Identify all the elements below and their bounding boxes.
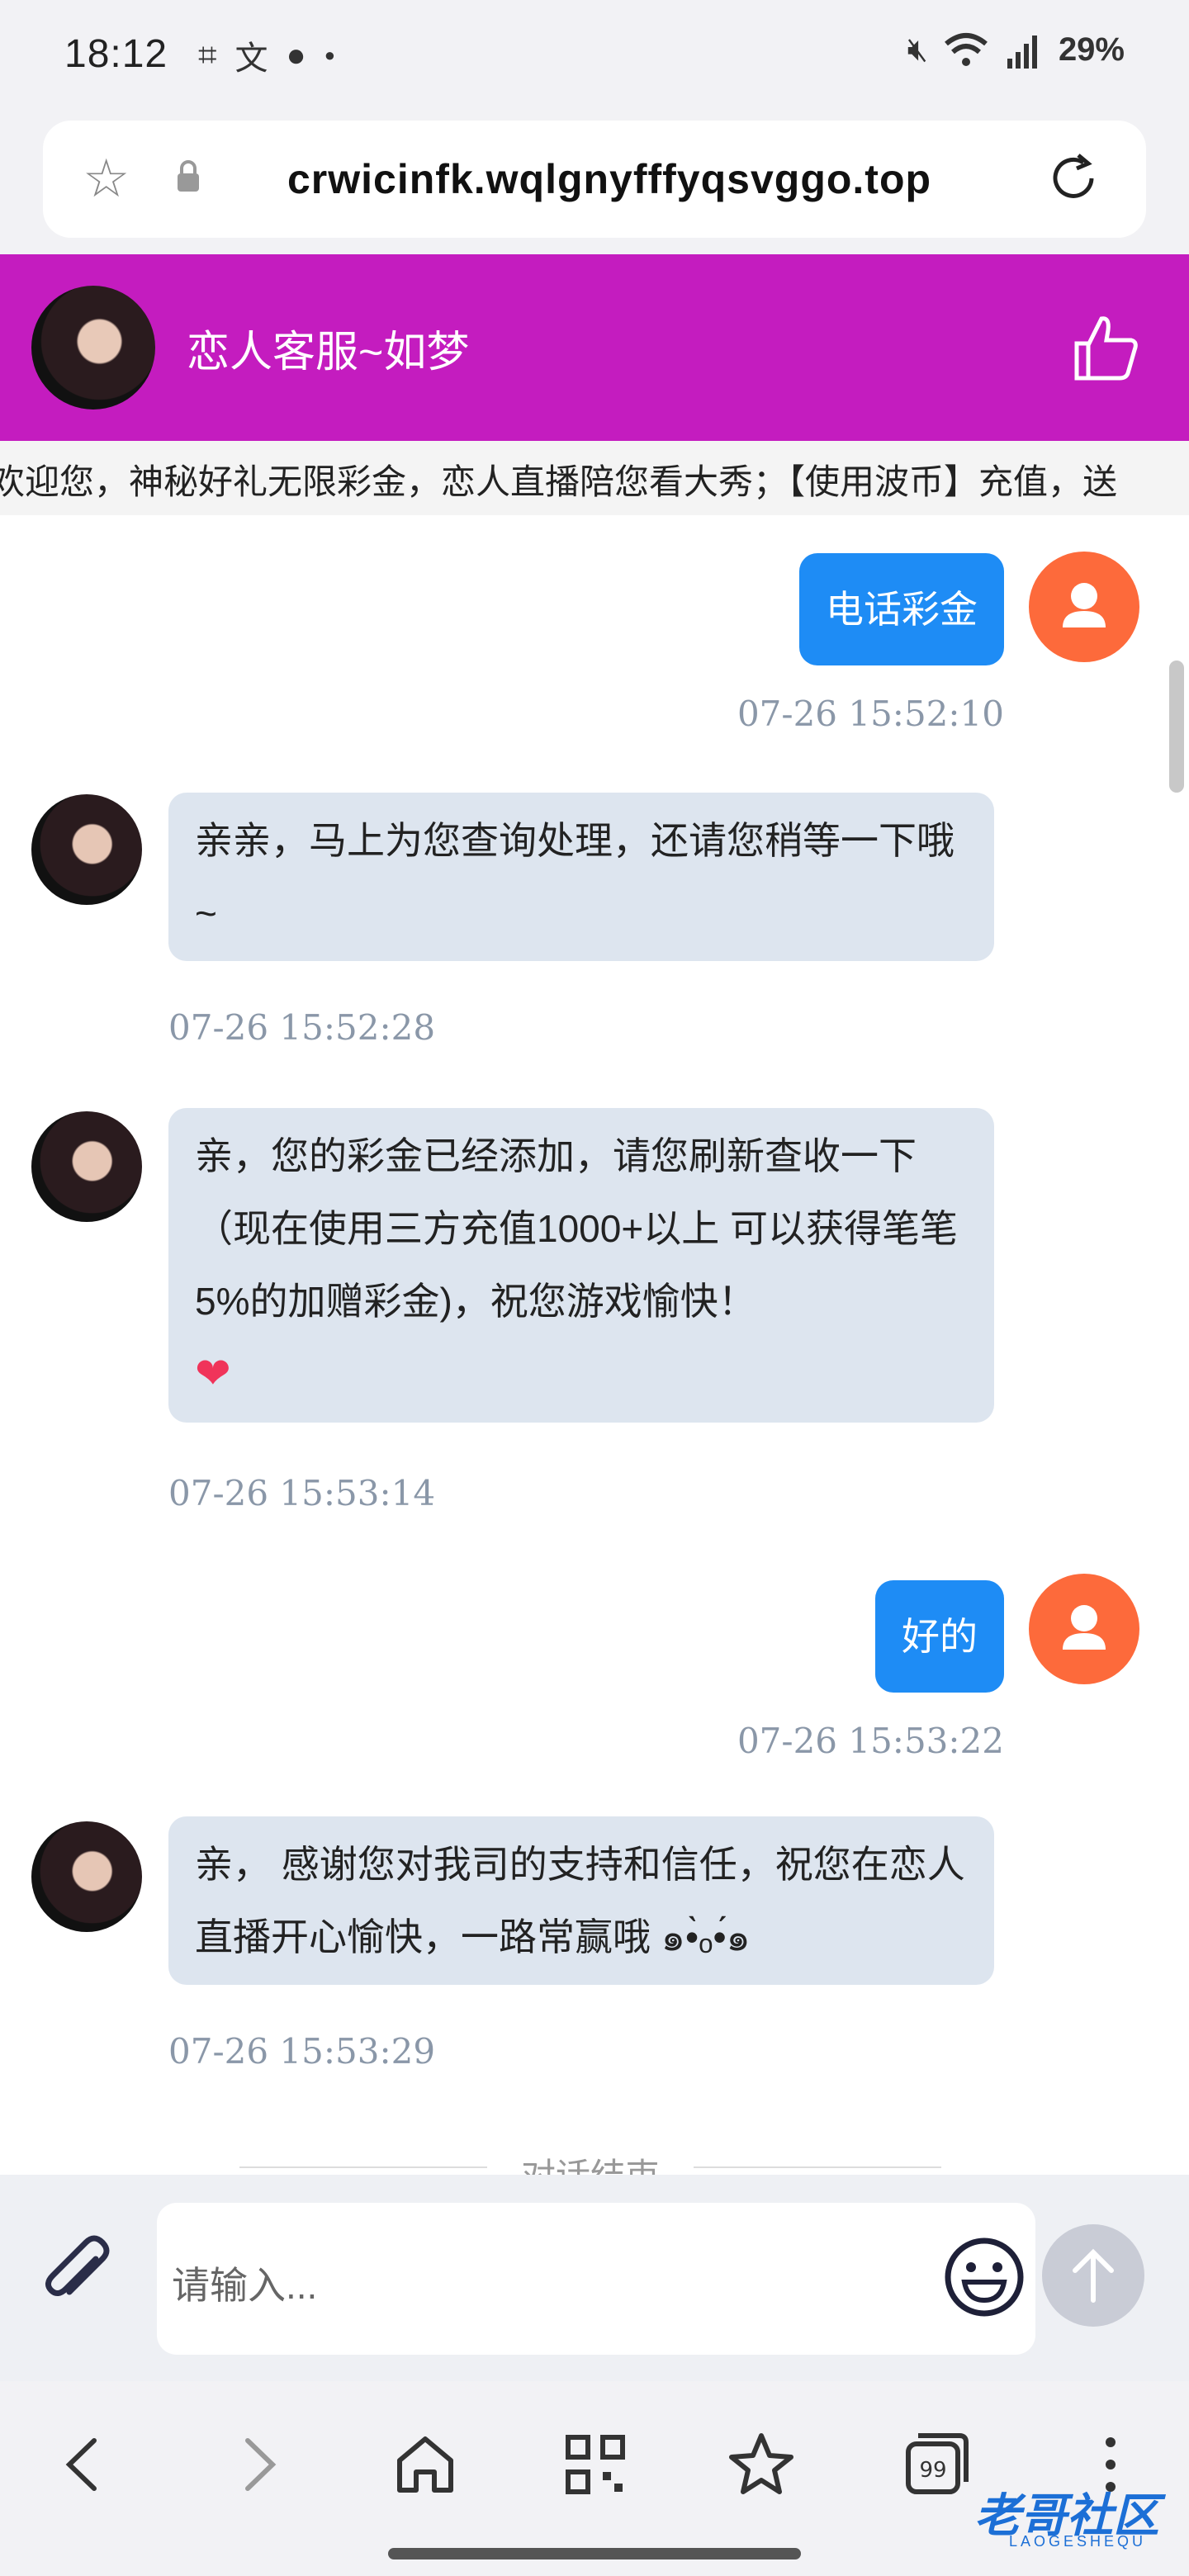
translate-icon: 文: [234, 40, 268, 77]
message-text: 电话彩金: [826, 588, 978, 631]
qr-code-icon[interactable]: [558, 2427, 632, 2502]
chat-end-label: 对话结束: [487, 2148, 694, 2175]
agent-avatar: [31, 1111, 142, 1222]
chat-header: 恋人客服~如梦: [0, 254, 1189, 441]
user-message-bubble: 电话彩金: [799, 553, 1004, 665]
message-input-bar: 请输入...: [0, 2175, 1189, 2381]
user-avatar: [1029, 1574, 1139, 1684]
user-icon: [1063, 1605, 1106, 1650]
home-icon[interactable]: [388, 2427, 462, 2502]
arrow-up-icon: [1073, 2248, 1114, 2303]
user-icon: [1063, 583, 1106, 627]
message-timestamp: 07-26 15:53:14: [168, 1473, 436, 1513]
thumbs-up-icon[interactable]: [1068, 310, 1143, 385]
forward-icon[interactable]: [220, 2427, 294, 2502]
message-text: 亲，您的彩金已经添加，请您刷新查收一下（现在使用三方充值1000+以上 可以获得…: [195, 1134, 958, 1323]
wifi-icon: [945, 32, 988, 66]
divider: [694, 2166, 941, 2168]
announcement-text: 欢迎您，神秘好礼无限彩金，恋人直播陪您看大秀；【使用波币】充值，送: [0, 462, 1118, 501]
divider: [239, 2166, 487, 2168]
mute-icon: 🔇︎: [907, 31, 928, 68]
heart-emoji: ❤: [195, 1350, 231, 1398]
agent-message-bubble: 亲，您的彩金已经添加，请您刷新查收一下（现在使用三方充值1000+以上 可以获得…: [168, 1108, 994, 1423]
agent-message-bubble: 亲亲，马上为您查询处理，还请您稍等一下哦~: [168, 793, 994, 961]
paperclip-icon[interactable]: [35, 2231, 121, 2317]
url-text[interactable]: crwicinfk.wqlgnyfffyqsvggo.top: [287, 155, 931, 203]
back-icon[interactable]: [48, 2427, 122, 2502]
input-placeholder: 请输入...: [172, 2264, 318, 2307]
agent-message-bubble: 亲， 感谢您对我司的支持和信任，祝您在恋人直播开心愉快，一路常赢哦 ๑•̀ₒ•́…: [168, 1816, 994, 1985]
message-text: 亲亲，马上为您查询处理，还请您稍等一下哦~: [195, 819, 955, 935]
agent-avatar: [31, 794, 142, 905]
status-time: 18:12: [64, 32, 168, 76]
watermark-subtext: LAOGESHEQU: [1009, 2533, 1147, 2550]
chat-messages[interactable]: 电话彩金 07-26 15:52:10 亲亲，马上为您查询处理，还请您稍等一下哦…: [0, 515, 1189, 2175]
signal-4g-icon: [1007, 35, 1037, 69]
screenshot-icon: ⌗: [198, 36, 217, 73]
dot-icon: ●: [324, 45, 335, 65]
message-timestamp: 07-26 15:53:22: [737, 1721, 1004, 1761]
status-bar: 18:12 ⌗ 文 ● ● 🔇︎ 29%: [0, 0, 1189, 107]
gesture-handle[interactable]: [388, 2548, 801, 2559]
user-message-bubble: 好的: [875, 1580, 1004, 1693]
announcement-marquee: 欢迎您，神秘好礼无限彩金，恋人直播陪您看大秀；【使用波币】充值，送: [0, 441, 1189, 515]
watermark-logo: 老哥社区 LAOGESHEQU: [933, 2479, 1181, 2569]
system-icons: 🔇︎ 29%: [907, 31, 1125, 69]
send-button[interactable]: [1042, 2224, 1144, 2327]
chat-title: 恋人客服~如梦: [187, 329, 470, 376]
emoji-icon[interactable]: [941, 2234, 1027, 2320]
scrollbar[interactable]: [1169, 661, 1184, 793]
message-timestamp: 07-26 15:52:10: [737, 694, 1004, 734]
agent-avatar: [31, 286, 155, 410]
notification-icons: ⌗ 文 ● ●: [198, 31, 335, 79]
favorites-icon[interactable]: [728, 2427, 803, 2502]
message-timestamp: 07-26 15:52:28: [168, 1007, 436, 1048]
message-text: 好的: [902, 1615, 978, 1658]
lock-icon: [178, 160, 199, 192]
user-avatar: [1029, 552, 1139, 662]
message-timestamp: 07-26 15:53:29: [168, 2031, 436, 2072]
bookmark-star-icon[interactable]: ☆: [83, 152, 130, 205]
chat-notification-icon: ●: [286, 36, 306, 73]
message-text: 亲， 感谢您对我司的支持和信任，祝您在恋人直播开心愉快，一路常赢哦 ๑•̀ₒ•́…: [195, 1843, 965, 1958]
agent-avatar: [31, 1821, 142, 1932]
browser-bottom-nav: 99 老哥社区 LAOGESHEQU: [0, 2381, 1189, 2576]
reload-icon[interactable]: [1045, 150, 1103, 208]
browser-toolbar: ☆ crwicinfk.wqlgnyfffyqsvggo.top: [0, 107, 1189, 254]
battery-level: 29%: [1058, 31, 1125, 68]
address-bar[interactable]: ☆ crwicinfk.wqlgnyfffyqsvggo.top: [43, 121, 1146, 238]
message-input[interactable]: 请输入...: [157, 2203, 1035, 2355]
